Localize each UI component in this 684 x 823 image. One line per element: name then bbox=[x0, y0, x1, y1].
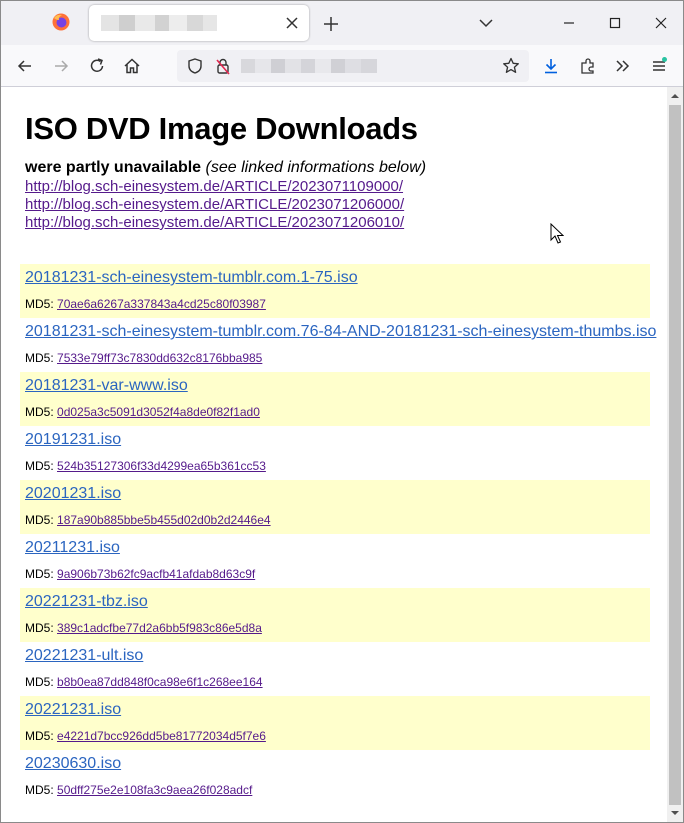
iso-file-list: 20181231-sch-einesystem-tumblr.com.1-75.… bbox=[20, 264, 656, 804]
back-icon[interactable] bbox=[15, 56, 35, 76]
iso-download-link[interactable]: 20211231.iso bbox=[25, 539, 120, 557]
md5-link[interactable]: b8b0ea87dd848f0ca98e6f1c268ee164 bbox=[57, 675, 263, 689]
list-item: 20181231-sch-einesystem-tumblr.com.76-84… bbox=[20, 318, 656, 372]
list-item: 20191231.iso MD5: 524b35127306f33d4299ea… bbox=[20, 426, 650, 480]
md5-row: MD5: 70ae6a6267a337843a4cd25c80f03987 bbox=[25, 297, 266, 311]
list-item: 20221231-ult.iso MD5: b8b0ea87dd848f0ca9… bbox=[20, 642, 650, 696]
md5-label: MD5: bbox=[25, 513, 54, 527]
md5-row: MD5: 9a906b73b62fc9acfb41afdab8d63c9f bbox=[25, 567, 255, 581]
md5-row: MD5: 50dff275e2e108fa3c9aea26f028adcf bbox=[25, 783, 252, 797]
md5-label: MD5: bbox=[25, 459, 54, 473]
md5-link[interactable]: 187a90b885bbe5b455d02d0b2d2446e4 bbox=[57, 513, 271, 527]
list-item: 20201231.iso MD5: 187a90b885bbe5b455d02d… bbox=[20, 480, 650, 534]
url-bar[interactable] bbox=[177, 50, 529, 82]
list-item: 20181231-sch-einesystem-tumblr.com.1-75.… bbox=[20, 264, 650, 318]
md5-label: MD5: bbox=[25, 351, 54, 365]
maximize-icon[interactable] bbox=[604, 12, 626, 34]
md5-row: MD5: b8b0ea87dd848f0ca98e6f1c268ee164 bbox=[25, 675, 263, 689]
list-item: 20211231.iso MD5: 9a906b73b62fc9acfb41af… bbox=[20, 534, 650, 588]
vertical-scrollbar[interactable] bbox=[667, 87, 683, 822]
page-content: ISO DVD Image Downloads were partly unav… bbox=[1, 87, 667, 822]
close-window-icon[interactable] bbox=[650, 12, 672, 34]
availability-note: were partly unavailable (see linked info… bbox=[25, 159, 426, 177]
md5-label: MD5: bbox=[25, 405, 54, 419]
extensions-icon[interactable] bbox=[578, 56, 598, 76]
md5-link[interactable]: 9a906b73b62fc9acfb41afdab8d63c9f bbox=[57, 567, 255, 581]
md5-row: MD5: 7533e79ff73c7830dd632c8176bba985 bbox=[25, 351, 262, 365]
url-text-blurred bbox=[241, 59, 377, 73]
md5-label: MD5: bbox=[25, 675, 54, 689]
tab-strip bbox=[1, 1, 683, 45]
iso-download-link[interactable]: 20181231-var-www.iso bbox=[25, 377, 188, 395]
list-item: 20230630.iso MD5: 50dff275e2e108fa3c9aea… bbox=[20, 750, 650, 804]
mouse-pointer-icon bbox=[550, 223, 564, 244]
list-all-tabs-icon[interactable] bbox=[477, 14, 495, 32]
list-item: 20221231-tbz.iso MD5: 389c1adcfbe77d2a6b… bbox=[20, 588, 650, 642]
more-tools-icon[interactable] bbox=[613, 56, 633, 76]
iso-download-link[interactable]: 20230630.iso bbox=[25, 755, 121, 773]
page-title: ISO DVD Image Downloads bbox=[25, 111, 418, 146]
iso-download-link[interactable]: 20181231-sch-einesystem-tumblr.com.1-75.… bbox=[25, 269, 358, 287]
forward-icon[interactable] bbox=[51, 56, 71, 76]
md5-row: MD5: 0d025a3c5091d3052f4a8de0f82f1ad0 bbox=[25, 405, 260, 419]
iso-download-link[interactable]: 20181231-sch-einesystem-tumblr.com.76-84… bbox=[25, 323, 656, 341]
md5-link[interactable]: e4221d7bcc926dd5be81772034d5f7e6 bbox=[57, 729, 266, 743]
list-item: 20181231-var-www.iso MD5: 0d025a3c5091d3… bbox=[20, 372, 650, 426]
md5-link[interactable]: 524b35127306f33d4299ea65b361cc53 bbox=[57, 459, 266, 473]
iso-download-link[interactable]: 20221231-tbz.iso bbox=[25, 593, 148, 611]
article-link-1[interactable]: http://blog.sch-einesystem.de/ARTICLE/20… bbox=[25, 178, 403, 195]
md5-row: MD5: e4221d7bcc926dd5be81772034d5f7e6 bbox=[25, 729, 266, 743]
tab-active[interactable] bbox=[89, 5, 309, 41]
md5-label: MD5: bbox=[25, 567, 54, 581]
md5-link[interactable]: 70ae6a6267a337843a4cd25c80f03987 bbox=[57, 297, 266, 311]
new-tab-icon[interactable] bbox=[321, 14, 341, 34]
md5-link[interactable]: 7533e79ff73c7830dd632c8176bba985 bbox=[57, 351, 262, 365]
md5-label: MD5: bbox=[25, 783, 54, 797]
scroll-down-icon[interactable] bbox=[671, 809, 679, 817]
navigation-bar bbox=[1, 45, 683, 87]
downloads-icon[interactable] bbox=[541, 56, 561, 76]
md5-label: MD5: bbox=[25, 729, 54, 743]
firefox-icon[interactable] bbox=[51, 12, 71, 32]
md5-row: MD5: 389c1adcfbe77d2a6bb5f983c86e5d8a bbox=[25, 621, 262, 635]
reload-icon[interactable] bbox=[87, 56, 107, 76]
minimize-icon[interactable] bbox=[558, 12, 580, 34]
article-link-3[interactable]: http://blog.sch-einesystem.de/ARTICLE/20… bbox=[25, 214, 404, 231]
shield-icon[interactable] bbox=[185, 56, 205, 76]
md5-row: MD5: 524b35127306f33d4299ea65b361cc53 bbox=[25, 459, 266, 473]
browser-window: ISO DVD Image Downloads were partly unav… bbox=[0, 0, 684, 823]
tab-close-icon[interactable] bbox=[283, 14, 301, 32]
md5-link[interactable]: 0d025a3c5091d3052f4a8de0f82f1ad0 bbox=[57, 405, 260, 419]
insecure-lock-icon[interactable] bbox=[213, 56, 233, 76]
iso-download-link[interactable]: 20221231-ult.iso bbox=[25, 647, 143, 665]
app-menu-icon[interactable] bbox=[649, 56, 669, 76]
availability-note-bold: were partly unavailable bbox=[25, 159, 202, 176]
md5-row: MD5: 187a90b885bbe5b455d02d0b2d2446e4 bbox=[25, 513, 271, 527]
iso-download-link[interactable]: 20201231.iso bbox=[25, 485, 121, 503]
home-icon[interactable] bbox=[122, 56, 142, 76]
iso-download-link[interactable]: 20221231.iso bbox=[25, 701, 121, 719]
list-item: 20221231.iso MD5: e4221d7bcc926dd5be8177… bbox=[20, 696, 650, 750]
tab-title-blurred bbox=[101, 15, 226, 31]
bookmark-star-icon[interactable] bbox=[501, 56, 521, 76]
md5-link[interactable]: 389c1adcfbe77d2a6bb5f983c86e5d8a bbox=[57, 621, 262, 635]
md5-link[interactable]: 50dff275e2e108fa3c9aea26f028adcf bbox=[57, 783, 252, 797]
scroll-up-icon[interactable] bbox=[671, 92, 679, 100]
md5-label: MD5: bbox=[25, 297, 54, 311]
md5-label: MD5: bbox=[25, 621, 54, 635]
scrollbar-thumb[interactable] bbox=[669, 105, 681, 805]
article-link-2[interactable]: http://blog.sch-einesystem.de/ARTICLE/20… bbox=[25, 196, 404, 213]
availability-note-italic: (see linked informations below) bbox=[205, 159, 427, 176]
iso-download-link[interactable]: 20191231.iso bbox=[25, 431, 121, 449]
